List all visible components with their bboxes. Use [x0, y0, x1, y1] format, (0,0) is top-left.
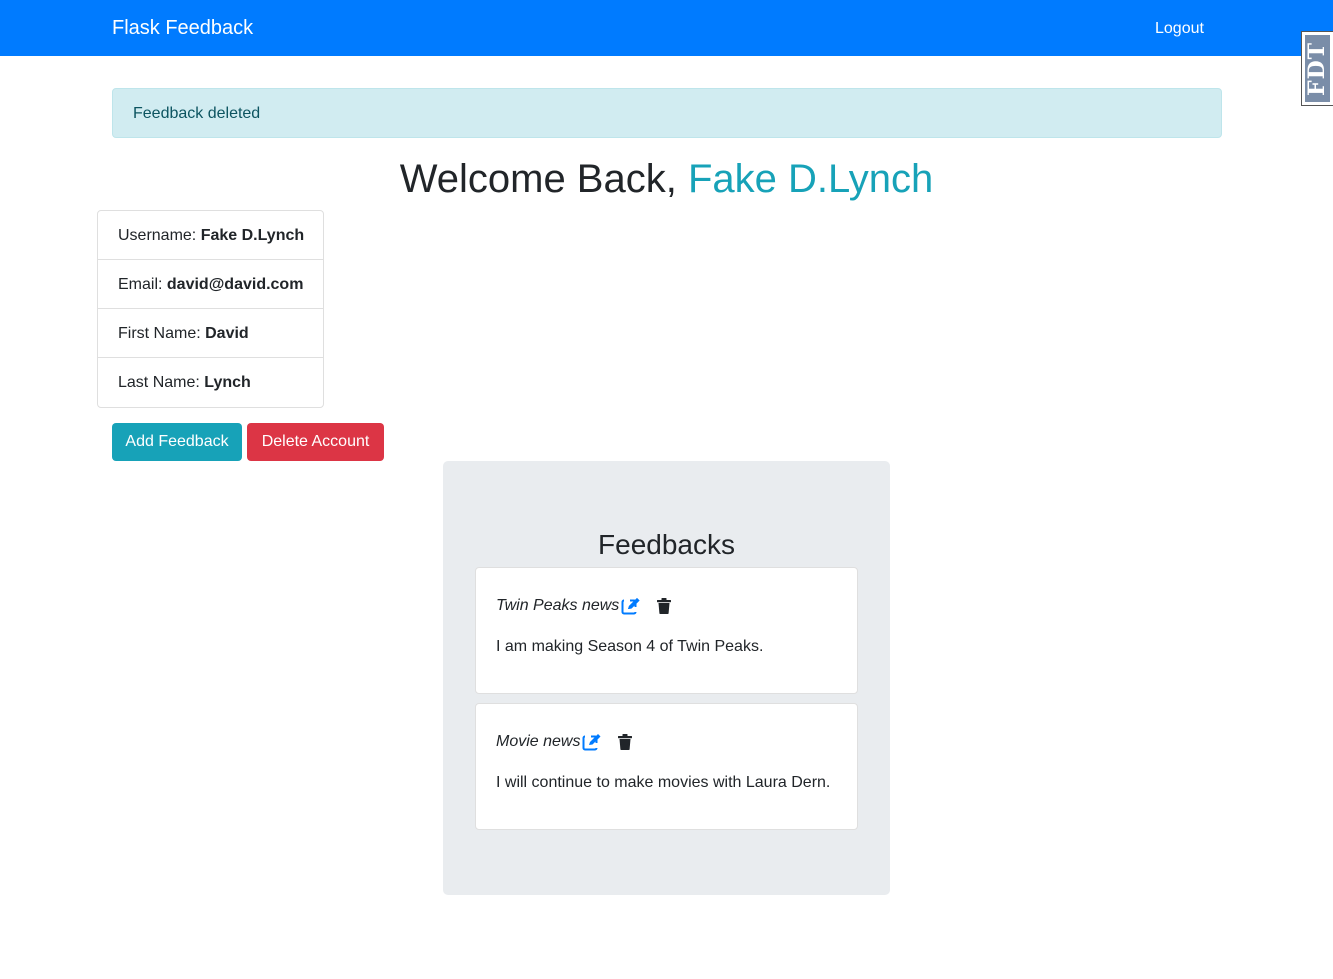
- feedback-content: I am making Season 4 of Twin Peaks.: [496, 638, 764, 655]
- user-info-username: Username: Fake D.Lynch: [98, 211, 323, 260]
- edit-icon[interactable]: [582, 733, 602, 751]
- edit-icon[interactable]: [621, 597, 641, 615]
- feedback-content: I will continue to make movies with Laur…: [496, 774, 831, 791]
- feedback-title: Twin Peaks news: [496, 597, 620, 614]
- flash-message: Feedback deleted: [133, 105, 261, 122]
- user-info-list: Username: Fake D.Lynch Email: david@davi…: [97, 210, 324, 408]
- navbar: Flask Feedback Logout: [0, 0, 1333, 56]
- info-value: David: [205, 325, 249, 342]
- info-label: First Name:: [118, 325, 201, 342]
- add-feedback-button[interactable]: Add Feedback: [112, 423, 242, 461]
- delete-account-button[interactable]: Delete Account: [247, 423, 384, 461]
- brand-link[interactable]: Flask Feedback: [112, 16, 253, 40]
- welcome-prefix: Welcome Back,: [399, 157, 677, 201]
- feedback-card-header: Movie news: [496, 732, 633, 752]
- trash-icon[interactable]: [657, 598, 672, 614]
- user-info-email: Email: david@david.com: [98, 260, 323, 309]
- feedbacks-panel: Feedbacks Twin Peaks news I am making Se…: [443, 461, 890, 895]
- info-label: Username:: [118, 227, 197, 244]
- feedback-card: Twin Peaks news I am making Season 4 of: [475, 567, 858, 694]
- info-value: Lynch: [204, 374, 251, 391]
- debug-toolbar-label: FDT: [1304, 41, 1331, 96]
- feedback-card: Movie news I will continue to make movie…: [475, 703, 858, 830]
- trash-icon[interactable]: [618, 734, 633, 750]
- user-info-last-name: Last Name: Lynch: [98, 358, 323, 407]
- welcome-username: Fake D.Lynch: [687, 157, 934, 201]
- page-title: Welcome Back, Fake D.Lynch: [0, 156, 1333, 202]
- feedback-title: Movie news: [496, 733, 581, 750]
- user-info-first-name: First Name: David: [98, 309, 323, 358]
- info-label: Last Name:: [118, 374, 200, 391]
- info-value: david@david.com: [166, 276, 304, 293]
- info-label: Email:: [118, 276, 163, 293]
- feedbacks-heading: Feedbacks: [598, 529, 735, 560]
- feedback-card-header: Twin Peaks news: [496, 596, 672, 616]
- debug-toolbar-toggle[interactable]: FDT: [1301, 31, 1333, 106]
- info-value: Fake D.Lynch: [200, 227, 305, 244]
- flash-alert: Feedback deleted: [112, 88, 1222, 138]
- logout-link[interactable]: Logout: [1155, 19, 1204, 39]
- debug-toolbar-badge: FDT: [1304, 35, 1331, 102]
